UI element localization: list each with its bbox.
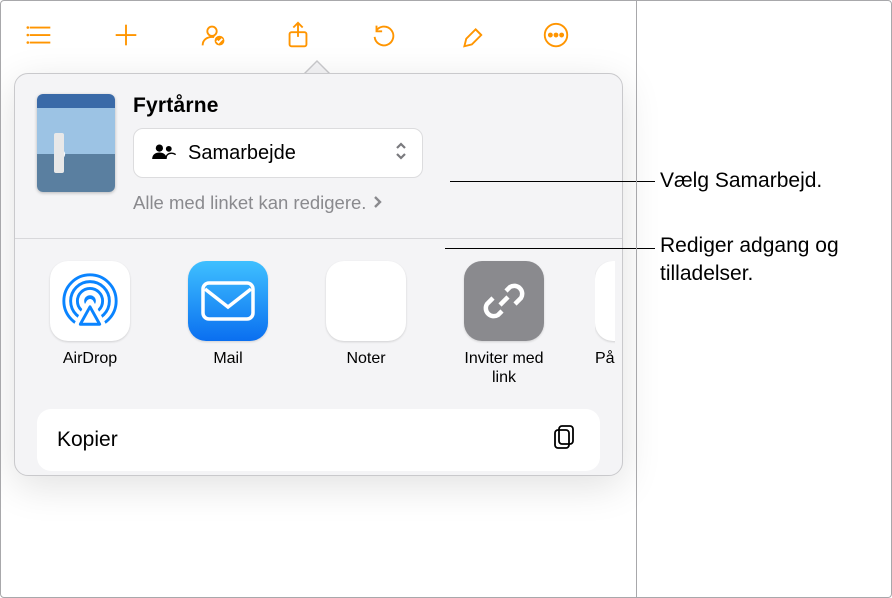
app-label: Inviter med link xyxy=(457,349,551,387)
share-actions: Kopier xyxy=(15,395,622,471)
callout-line xyxy=(450,181,655,182)
app-airdrop[interactable]: AirDrop xyxy=(43,261,137,387)
undo-button[interactable] xyxy=(362,13,406,57)
share-sheet-header: Fyrtårne Samarbejde Alle med linket kan … xyxy=(15,74,622,228)
app-label: Noter xyxy=(346,349,385,387)
share-apps-row: AirDrop Mail Noter xyxy=(15,239,622,395)
callout-text-1: Vælg Samarbejd. xyxy=(660,167,822,195)
chevron-updown-icon xyxy=(394,140,408,167)
document-title: Fyrtårne xyxy=(133,94,600,118)
share-button[interactable] xyxy=(276,13,320,57)
app-notes[interactable]: Noter xyxy=(319,261,413,387)
app-label: Mail xyxy=(213,349,242,387)
app-invite-link[interactable]: Inviter med link xyxy=(457,261,551,387)
add-button[interactable] xyxy=(104,13,148,57)
chevron-right-icon xyxy=(372,192,382,214)
share-sheet: Fyrtårne Samarbejde Alle med linket kan … xyxy=(14,73,623,476)
callout-text-2: Rediger adgang og tilladelser. xyxy=(660,232,890,289)
format-button[interactable] xyxy=(448,13,492,57)
collaborate-label: Samarbejde xyxy=(188,142,382,165)
callout-line xyxy=(445,248,655,249)
permissions-link[interactable]: Alle med linket kan redigere. xyxy=(133,188,382,214)
sidebar-button[interactable] xyxy=(18,13,62,57)
airdrop-icon xyxy=(50,261,130,341)
more-button[interactable] xyxy=(534,13,578,57)
document-thumbnail[interactable] xyxy=(37,94,115,192)
popover-arrow xyxy=(303,60,331,74)
link-icon xyxy=(464,261,544,341)
copy-action[interactable]: Kopier xyxy=(37,409,600,471)
reminders-icon xyxy=(595,261,615,341)
copy-icon xyxy=(550,422,580,458)
permissions-text: Alle med linket kan redigere. xyxy=(133,192,366,214)
app-reminders[interactable]: Påm xyxy=(595,261,615,387)
notes-icon xyxy=(326,261,406,341)
app-label: AirDrop xyxy=(63,349,117,387)
people-icon xyxy=(150,141,176,166)
app-label: Påm xyxy=(595,349,615,387)
copy-label: Kopier xyxy=(57,428,118,452)
collaborate-button[interactable] xyxy=(190,13,234,57)
app-mail[interactable]: Mail xyxy=(181,261,275,387)
collaborate-selector[interactable]: Samarbejde xyxy=(133,128,423,178)
mail-icon xyxy=(188,261,268,341)
